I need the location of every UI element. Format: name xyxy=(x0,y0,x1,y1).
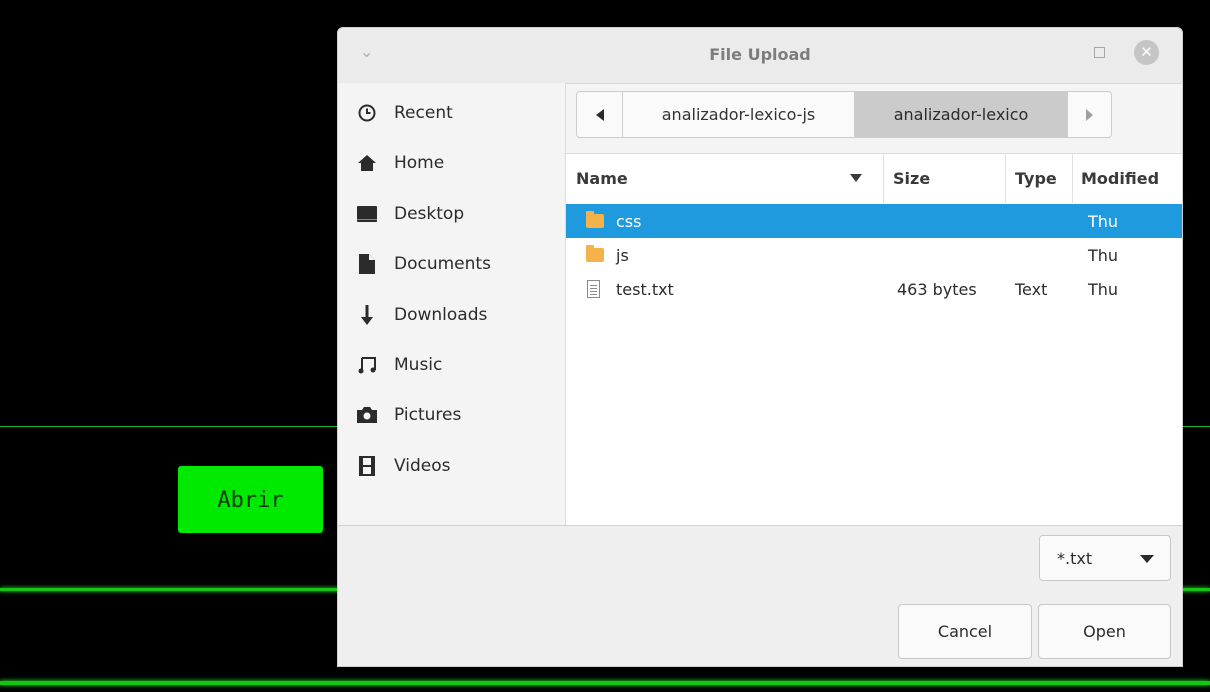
column-header-type[interactable]: Type xyxy=(1015,154,1057,203)
folder-icon xyxy=(586,204,604,238)
sidebar-item-pictures[interactable]: Pictures xyxy=(356,402,461,428)
dialog-title: File Upload xyxy=(709,45,811,64)
file-row[interactable]: js Thu xyxy=(566,238,1182,272)
sidebar-item-label: Desktop xyxy=(394,204,465,224)
places-sidebar: Recent Home Desktop Documents Downloads xyxy=(338,83,566,528)
file-upload-dialog: ⌄ File Upload ✕ Recent Home Desktop Docu… xyxy=(337,27,1183,667)
column-separator xyxy=(1005,154,1006,203)
file-name: js xyxy=(616,245,629,265)
desktop-icon xyxy=(356,203,378,225)
document-icon xyxy=(356,253,378,275)
camera-icon xyxy=(356,404,378,426)
download-arrow-icon xyxy=(356,304,378,326)
folder-icon xyxy=(586,238,604,272)
file-type: Text xyxy=(1015,279,1048,299)
film-icon xyxy=(356,455,378,477)
clock-icon xyxy=(356,102,378,124)
file-modified: Thu xyxy=(1088,245,1119,265)
cancel-button[interactable]: Cancel xyxy=(898,604,1032,659)
sidebar-item-label: Pictures xyxy=(394,405,462,425)
open-button[interactable]: Open xyxy=(1038,604,1171,659)
home-icon xyxy=(356,152,378,174)
sidebar-item-label: Recent xyxy=(394,103,453,123)
abrir-button[interactable]: Abrir xyxy=(178,466,323,533)
sidebar-item-label: Documents xyxy=(394,254,491,274)
dropdown-arrow-icon xyxy=(1140,555,1154,563)
file-list: Name Size Type Modified css Thu js Thu t… xyxy=(566,153,1182,526)
sidebar-item-downloads[interactable]: Downloads xyxy=(356,302,487,328)
column-header-label: Modified xyxy=(1081,169,1160,188)
divider-line xyxy=(0,681,1210,685)
file-size: 463 bytes xyxy=(897,279,977,299)
file-name: test.txt xyxy=(616,279,674,299)
music-note-icon xyxy=(356,354,378,376)
close-icon[interactable]: ✕ xyxy=(1134,40,1159,65)
column-header-name[interactable]: Name xyxy=(576,154,876,203)
title-bar: ⌄ File Upload ✕ xyxy=(338,28,1182,84)
column-separator xyxy=(1072,154,1073,203)
path-back-button[interactable] xyxy=(576,91,623,138)
triangle-left-icon xyxy=(595,108,604,121)
sidebar-item-documents[interactable]: Documents xyxy=(356,251,491,277)
triangle-right-icon xyxy=(1086,108,1093,121)
filter-value: *.txt xyxy=(1057,548,1093,568)
sidebar-item-label: Downloads xyxy=(394,305,488,325)
sidebar-item-label: Music xyxy=(394,355,443,375)
path-forward-button[interactable] xyxy=(1068,91,1112,138)
column-header-modified[interactable]: Modified xyxy=(1081,154,1159,203)
file-row[interactable]: test.txt 463 bytes Text Thu xyxy=(566,272,1182,306)
sort-descending-icon xyxy=(850,174,862,182)
file-filter-select[interactable]: *.txt xyxy=(1039,535,1171,581)
path-bar: analizador-lexico-js analizador-lexico xyxy=(576,91,1112,138)
sidebar-item-desktop[interactable]: Desktop xyxy=(356,201,464,227)
column-header-label: Size xyxy=(893,169,931,188)
action-bar: *.txt Cancel Open xyxy=(338,525,1182,666)
sidebar-item-music[interactable]: Music xyxy=(356,352,442,378)
file-modified: Thu xyxy=(1088,279,1119,299)
column-header-label: Type xyxy=(1015,169,1057,188)
path-segment-parent[interactable]: analizador-lexico-js xyxy=(623,91,855,138)
column-header-size[interactable]: Size xyxy=(893,154,930,203)
column-header-label: Name xyxy=(576,169,628,188)
sidebar-item-recent[interactable]: Recent xyxy=(356,100,453,126)
column-separator xyxy=(883,154,884,203)
file-modified: Thu xyxy=(1088,211,1119,231)
maximize-icon[interactable] xyxy=(1094,47,1105,58)
path-segment-current[interactable]: analizador-lexico xyxy=(855,91,1068,138)
file-row[interactable]: css Thu xyxy=(566,204,1182,238)
file-name: css xyxy=(616,211,642,231)
text-file-icon xyxy=(587,272,600,306)
sidebar-item-home[interactable]: Home xyxy=(356,150,444,176)
sidebar-item-label: Home xyxy=(394,153,445,173)
sidebar-item-label: Videos xyxy=(394,456,451,476)
sidebar-item-videos[interactable]: Videos xyxy=(356,453,451,479)
